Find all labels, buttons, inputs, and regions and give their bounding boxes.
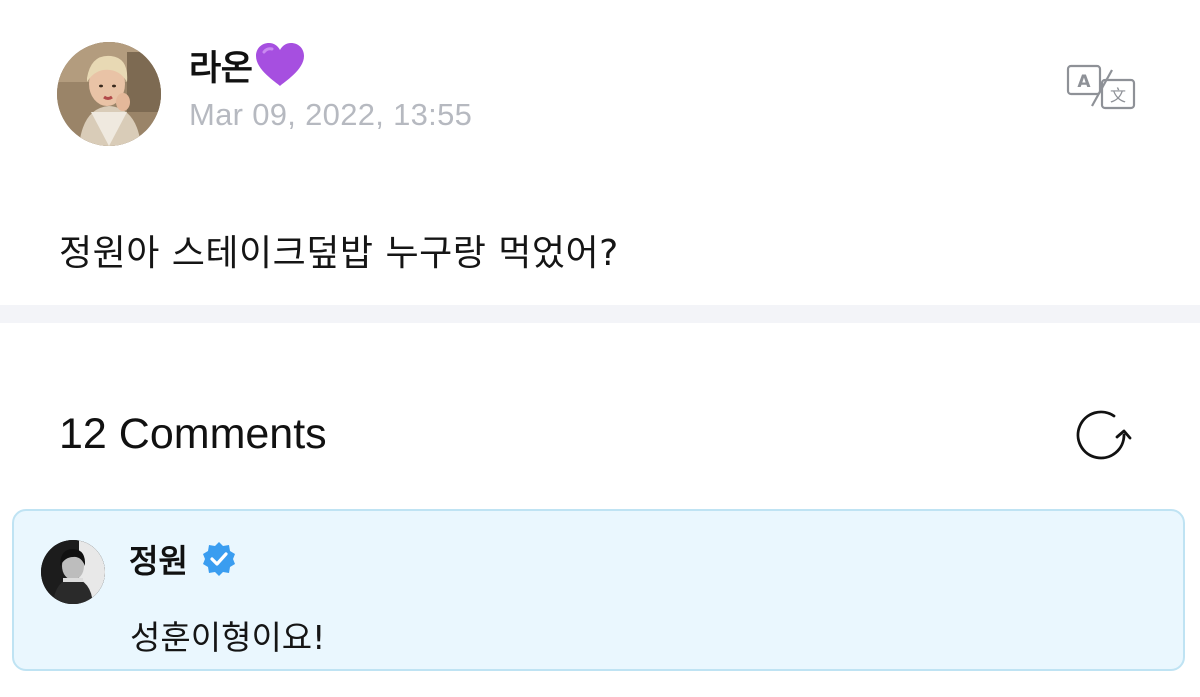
post-text: 정원아 스테이크덮밥 누구랑 먹었어? xyxy=(59,233,619,274)
commenter-avatar[interactable] xyxy=(41,540,105,604)
author-name[interactable]: 라온 xyxy=(189,40,253,91)
comments-count: 12 Comments xyxy=(59,410,327,458)
post-date: Mar 09, 2022, 13:55 xyxy=(189,97,473,132)
translate-icon: A 文 xyxy=(1062,64,1140,116)
translate-button[interactable]: A 文 xyxy=(1062,62,1140,112)
refresh-button[interactable] xyxy=(1072,407,1132,463)
comment-author-line: 정원 xyxy=(129,536,237,582)
svg-text:A: A xyxy=(1077,72,1091,92)
refresh-icon xyxy=(1072,410,1132,467)
purple-heart-icon xyxy=(254,42,306,88)
author-avatar[interactable] xyxy=(57,42,161,146)
post: 라온 Mar 09, 2022, 13:55 A 文 정원아 스테이크덮밥 누구… xyxy=(0,0,1200,305)
comment-item[interactable]: 정원 성훈이형이요! xyxy=(12,509,1185,671)
comment-author[interactable]: 정원 xyxy=(129,536,188,582)
section-divider xyxy=(0,305,1200,323)
svg-text:文: 文 xyxy=(1110,86,1126,105)
comment-text: 성훈이형이요! xyxy=(130,618,326,657)
verified-badge-icon xyxy=(201,541,237,577)
author-line: 라온 xyxy=(189,40,306,90)
